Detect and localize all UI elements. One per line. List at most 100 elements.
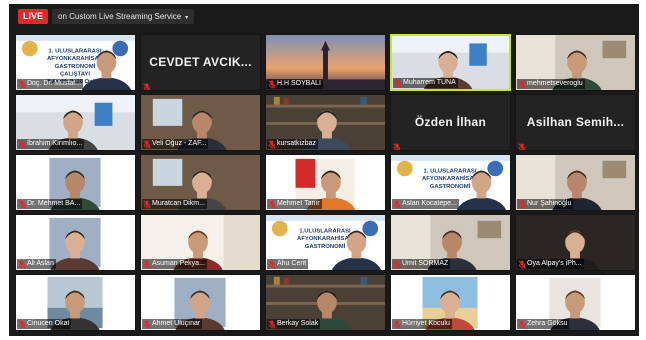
- participant-name: İbrahim Kırımlıo...: [27, 140, 83, 147]
- participant-tile[interactable]: CEVDET AVCIK...: [140, 34, 261, 91]
- microphone-muted-icon: [18, 319, 26, 329]
- participant-name: Asuman Pekya...: [152, 260, 205, 267]
- participant-tile[interactable]: Oya Alpay's iPh...: [515, 214, 636, 271]
- svg-text:1. ULUSLARARASI: 1. ULUSLARARASI: [424, 168, 477, 174]
- participant-tile[interactable]: 1.ULUSLARARASI AFYONKARAHİSAR GASTRONOMİ Ah…: [265, 214, 386, 271]
- microphone-muted-icon: [393, 139, 401, 150]
- microphone-muted-icon: [18, 199, 26, 209]
- participant-name-tag: Muharrem TUNA: [393, 78, 458, 88]
- participant-name-tag: Doç. Dr. Mustaf...: [17, 79, 84, 89]
- participant-tile[interactable]: Asilhan Semih...: [515, 94, 636, 151]
- participant-name: Cinucen Okat: [27, 320, 70, 327]
- participant-name: Doç. Dr. Mustaf...: [27, 80, 82, 87]
- participant-name: H.H SOYBALI: [277, 80, 321, 87]
- participant-name: Ümit SORMAZ: [402, 260, 449, 267]
- participant-name: Berkay Solak: [277, 320, 319, 327]
- participant-tile[interactable]: Ahmet Uluçınar: [140, 274, 261, 331]
- streaming-service-dropdown[interactable]: on Custom Live Streaming Service ▾: [52, 9, 195, 24]
- participant-tile[interactable]: Hürriyet Koculu: [390, 274, 511, 331]
- participant-name: Zehra Göksu: [527, 320, 568, 327]
- participant-name-tag: Hürriyet Koculu: [392, 319, 452, 329]
- microphone-muted-icon: [394, 78, 402, 88]
- participant-name: kursatkizbaz: [277, 140, 316, 147]
- participant-tile[interactable]: Ümit SORMAZ: [390, 214, 511, 271]
- participant-tile[interactable]: Dr. Mehmet BA...: [15, 154, 136, 211]
- svg-text:GASTRONOMİ: GASTRONOMİ: [55, 63, 96, 70]
- participant-tile[interactable]: Muharrem TUNA: [390, 34, 511, 91]
- svg-text:AFYONKARAHİSAR: AFYONKARAHİSAR: [297, 235, 354, 242]
- participant-name-tag: Mehmet Tanır: [267, 199, 322, 209]
- microphone-muted-icon: [268, 199, 276, 209]
- participant-tile[interactable]: Zehra Göksu: [515, 274, 636, 331]
- participant-display-name: Asilhan Semih...: [526, 115, 625, 129]
- participant-tile[interactable]: Muratcan Dikm...: [140, 154, 261, 211]
- gallery-view-grid: 1. ULUSLARARASI AFYONKARAHİSAR GASTRONOMİ Ç…: [9, 34, 639, 334]
- participant-name-tag: Dr. Mehmet BA...: [17, 199, 83, 209]
- participant-name-tag: Cinucen Okat: [17, 319, 72, 329]
- participant-name: Mehmet Tanır: [277, 200, 320, 207]
- participant-name-tag: Nur Şahinoğlu: [517, 199, 574, 209]
- participant-name-tag: İbrahim Kırımlıo...: [17, 139, 85, 149]
- svg-text:AFYONKARAHİSAR: AFYONKARAHİSAR: [47, 55, 104, 62]
- microphone-muted-icon: [18, 79, 26, 89]
- microphone-muted-icon: [268, 79, 276, 89]
- participant-name-tag: Muratcan Dikm...: [142, 199, 207, 209]
- participant-name-tag: Veli Oğuz - ZAF...: [142, 139, 209, 149]
- microphone-muted-icon: [393, 319, 401, 329]
- participant-name: Muharrem TUNA: [403, 79, 456, 86]
- participant-tile[interactable]: İbrahim Kırımlıo...: [15, 94, 136, 151]
- zoom-meeting-window: LIVE on Custom Live Streaming Service ▾ 1…: [9, 4, 639, 336]
- microphone-muted-icon: [18, 139, 26, 149]
- microphone-muted-icon: [393, 259, 401, 269]
- participant-name: Aslan Kocatepe...: [402, 200, 457, 207]
- microphone-muted-icon: [393, 199, 401, 209]
- microphone-muted-icon: [518, 139, 526, 150]
- svg-text:GASTRONOMİ: GASTRONOMİ: [305, 243, 346, 250]
- participant-name: Muratcan Dikm...: [152, 200, 205, 207]
- participant-name-tag: Ali Aslan: [17, 259, 56, 269]
- participant-name-tag: Ahmet Uluçınar: [142, 319, 203, 329]
- streaming-service-label: on Custom Live Streaming Service: [58, 12, 182, 21]
- participant-tile[interactable]: 1. ULUSLARARASI AFYONKARAHİSAR GASTRONOMİ Ç…: [15, 34, 136, 91]
- participant-tile[interactable]: Mehmet Tanır: [265, 154, 386, 211]
- participant-name-tag: H.H SOYBALI: [267, 79, 323, 89]
- participant-name: mehmetseveroglu: [527, 80, 583, 87]
- participant-tile[interactable]: kursatkizbaz: [265, 94, 386, 151]
- participant-name-tag: Asuman Pekya...: [142, 259, 207, 269]
- participant-name: Hürriyet Koculu: [402, 320, 450, 327]
- participant-name: Dr. Mehmet BA...: [27, 200, 81, 207]
- participant-tile[interactable]: Veli Oğuz - ZAF...: [140, 94, 261, 151]
- streaming-toolbar: LIVE on Custom Live Streaming Service ▾: [9, 4, 639, 30]
- participant-name-tag: Zehra Göksu: [517, 319, 570, 329]
- participant-tile[interactable]: Asuman Pekya...: [140, 214, 261, 271]
- participant-name: Ahu Cerit: [277, 260, 307, 267]
- microphone-muted-icon: [518, 319, 526, 329]
- live-badge[interactable]: LIVE: [18, 9, 48, 24]
- participant-name-tag: Ümit SORMAZ: [392, 259, 451, 269]
- svg-text:ÇALIŞTAYI: ÇALIŞTAYI: [60, 72, 90, 78]
- participant-name: Nur Şahinoğlu: [527, 200, 572, 207]
- microphone-muted-icon: [268, 319, 276, 329]
- svg-text:1. ULUSLARARASI: 1. ULUSLARARASI: [49, 48, 102, 54]
- participant-tile[interactable]: Ali Aslan: [15, 214, 136, 271]
- participant-name-tag: Berkay Solak: [267, 319, 321, 329]
- participant-name-tag: Ahu Cerit: [267, 259, 309, 269]
- participant-tile[interactable]: Özden İlhan: [390, 94, 511, 151]
- participant-tile[interactable]: H.H SOYBALI: [265, 34, 386, 91]
- participant-tile[interactable]: Nur Şahinoğlu: [515, 154, 636, 211]
- microphone-muted-icon: [268, 139, 276, 149]
- participant-tile[interactable]: 1. ULUSLARARASI AFYONKARAHİSAR GASTRONOMİ A…: [390, 154, 511, 211]
- participant-name-tag: mehmetseveroglu: [517, 79, 585, 89]
- microphone-muted-icon: [143, 199, 151, 209]
- participant-name-tag: kursatkizbaz: [267, 139, 318, 149]
- microphone-muted-icon: [143, 319, 151, 329]
- microphone-muted-icon: [518, 79, 526, 89]
- microphone-muted-icon: [18, 259, 26, 269]
- microphone-muted-icon: [518, 259, 526, 269]
- participant-tile[interactable]: mehmetseveroglu: [515, 34, 636, 91]
- participant-name: Oya Alpay's iPh...: [527, 260, 582, 267]
- svg-text:GASTRONOMİ: GASTRONOMİ: [430, 183, 471, 190]
- microphone-muted-icon: [143, 139, 151, 149]
- participant-tile[interactable]: Berkay Solak: [265, 274, 386, 331]
- participant-tile[interactable]: Cinucen Okat: [15, 274, 136, 331]
